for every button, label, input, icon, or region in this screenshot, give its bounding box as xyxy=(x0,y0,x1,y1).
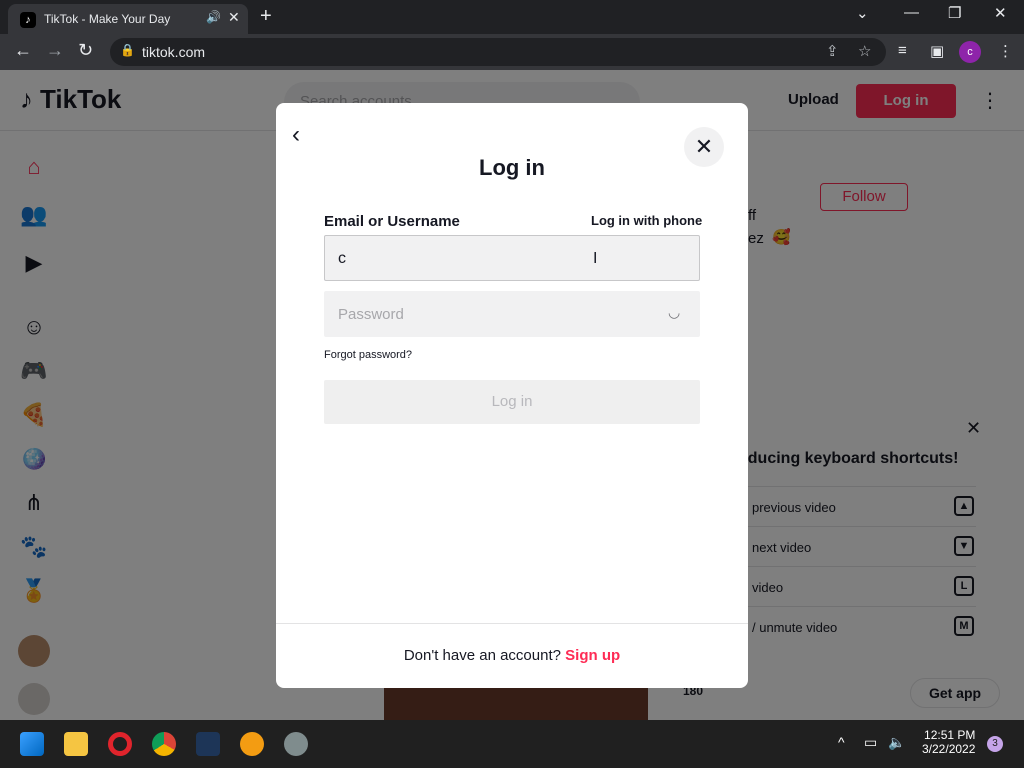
volume-icon[interactable]: 🔈 xyxy=(888,734,905,751)
media-control-icon[interactable]: ≡ xyxy=(898,42,907,59)
profile-avatar[interactable]: c xyxy=(959,41,981,63)
clock-time: 12:51 PM xyxy=(924,728,976,742)
clock-date: 3/22/2022 xyxy=(922,742,976,756)
show-hidden-icons-icon[interactable]: ^ xyxy=(838,734,845,750)
forward-icon[interactable]: → xyxy=(46,40,64,61)
back-icon[interactable]: ← xyxy=(14,40,32,61)
reload-icon[interactable]: ↻ xyxy=(78,40,93,61)
back-arrow-icon[interactable]: ‹ xyxy=(292,121,300,149)
password-input[interactable]: Password xyxy=(324,291,700,337)
chrome-icon[interactable] xyxy=(152,732,176,756)
email-username-input[interactable]: c xyxy=(324,235,700,281)
virtualbox-icon[interactable] xyxy=(196,732,220,756)
login-modal: ‹ ✕ Log in Email or Username Log in with… xyxy=(276,103,748,688)
audio-playing-icon[interactable]: 🔊 xyxy=(206,10,221,24)
share-icon[interactable]: ⇪ xyxy=(826,42,839,60)
lock-icon[interactable]: 🔒 xyxy=(120,43,135,57)
opera-icon[interactable] xyxy=(108,732,132,756)
network-icon[interactable]: ▭ xyxy=(864,734,877,751)
system-clock[interactable]: 12:51 PM 3/22/2022 xyxy=(922,728,975,756)
minimize-icon[interactable]: — xyxy=(904,4,919,21)
tab-close-icon[interactable]: ✕ xyxy=(228,9,240,26)
email-label: Email or Username xyxy=(324,213,460,230)
url-text: tiktok.com xyxy=(142,44,206,60)
window-close-icon[interactable]: ✕ xyxy=(994,4,1007,22)
signup-prompt: Don't have an account? Sign up xyxy=(276,647,748,664)
restore-icon[interactable]: ❐ xyxy=(948,4,961,22)
browser-tab[interactable]: ♪ TikTok - Make Your Day 🔊 ✕ xyxy=(8,4,248,34)
login-with-phone-link[interactable]: Log in with phone xyxy=(591,213,702,228)
settings-gear-icon[interactable] xyxy=(284,732,308,756)
brave-icon[interactable] xyxy=(240,732,264,756)
notification-badge[interactable]: 3 xyxy=(987,736,1003,752)
start-menu-icon[interactable] xyxy=(20,732,44,756)
browser-menu-icon[interactable]: ⋮ xyxy=(998,42,1013,60)
text-cursor-icon: I xyxy=(593,250,598,267)
address-bar[interactable]: 🔒 tiktok.com ⇪ ☆ xyxy=(110,38,886,66)
signup-prompt-text: Don't have an account? xyxy=(403,647,561,664)
bookmark-star-icon[interactable]: ☆ xyxy=(858,42,871,60)
tab-title: TikTok - Make Your Day xyxy=(44,12,171,26)
browser-toolbar: ← → ↻ 🔒 tiktok.com ⇪ ☆ ≡ ▣ c ⋮ xyxy=(0,34,1024,70)
new-tab-icon[interactable]: + xyxy=(260,5,272,28)
browser-tab-bar: ♪ TikTok - Make Your Day 🔊 ✕ + ⌄ — ❐ ✕ xyxy=(0,0,1024,34)
modal-title: Log in xyxy=(479,155,545,180)
side-panel-icon[interactable]: ▣ xyxy=(930,42,944,60)
file-explorer-icon[interactable] xyxy=(64,732,88,756)
forgot-password-link[interactable]: Forgot password? xyxy=(324,349,412,361)
signup-link[interactable]: Sign up xyxy=(565,647,620,664)
login-submit-button[interactable]: Log in xyxy=(324,380,700,424)
divider xyxy=(276,623,748,624)
tiktok-favicon-icon: ♪ xyxy=(20,12,36,28)
windows-taskbar: ^ ▭ 🔈 12:51 PM 3/22/2022 3 xyxy=(0,720,1024,768)
tab-search-icon[interactable]: ⌄ xyxy=(856,4,869,22)
show-password-icon[interactable]: ◡ xyxy=(668,304,680,321)
